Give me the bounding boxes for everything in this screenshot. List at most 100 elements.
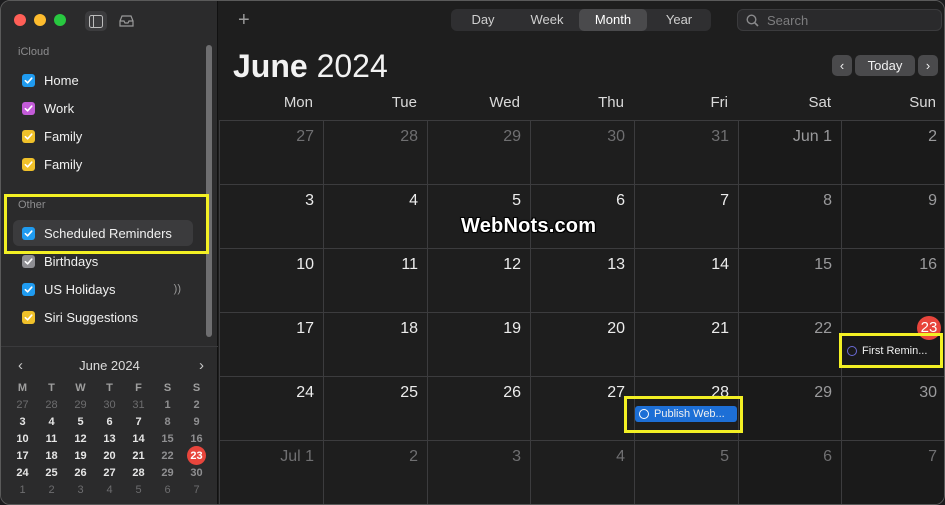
mini-day[interactable]: 15	[153, 431, 182, 447]
day-cell[interactable]: 31	[634, 120, 738, 184]
mini-day[interactable]: 24	[8, 465, 37, 481]
day-cell[interactable]: 10	[219, 248, 323, 312]
mini-day[interactable]: 7	[182, 482, 211, 498]
mini-day[interactable]: 19	[66, 448, 95, 464]
mini-day[interactable]: 10	[8, 431, 37, 447]
day-cell[interactable]: Jun 1	[738, 120, 841, 184]
day-cell[interactable]: 29	[738, 376, 841, 440]
day-cell[interactable]: 22	[738, 312, 841, 376]
day-cell[interactable]: Jul 1	[219, 440, 323, 504]
day-cell[interactable]: 3	[219, 184, 323, 248]
calendar-item-icloud-0[interactable]: Home	[13, 67, 193, 93]
day-cell[interactable]: 3	[427, 440, 530, 504]
day-cell[interactable]: 30	[530, 120, 634, 184]
mini-day[interactable]: 9	[182, 414, 211, 430]
calendar-item-other-3[interactable]: Siri Suggestions	[13, 304, 193, 330]
day-cell[interactable]: 28	[323, 120, 427, 184]
day-cell[interactable]: 19	[427, 312, 530, 376]
today-button[interactable]: Today	[855, 55, 915, 76]
mini-day[interactable]: 29	[66, 397, 95, 413]
sidebar-scrollbar[interactable]	[206, 45, 212, 337]
mini-day[interactable]: 3	[8, 414, 37, 430]
day-cell[interactable]: 27	[219, 120, 323, 184]
calendar-checkbox[interactable]	[22, 157, 35, 171]
mini-day[interactable]: 23	[182, 446, 211, 465]
mini-day[interactable]: 14	[124, 431, 153, 447]
day-cell[interactable]: 4	[323, 184, 427, 248]
minimize-button[interactable]	[34, 14, 46, 26]
mini-day[interactable]: 31	[124, 397, 153, 413]
calendar-checkbox[interactable]	[22, 129, 35, 143]
view-tab-year[interactable]: Year	[647, 9, 711, 31]
mini-day[interactable]: 5	[124, 482, 153, 498]
day-cell[interactable]: 7	[634, 184, 738, 248]
mini-day[interactable]: 27	[95, 465, 124, 481]
day-cell[interactable]: 20	[530, 312, 634, 376]
mini-day[interactable]: 28	[124, 465, 153, 481]
mini-day[interactable]: 3	[66, 482, 95, 498]
day-cell[interactable]: 30	[841, 376, 944, 440]
day-cell[interactable]: 6	[738, 440, 841, 504]
mini-day[interactable]: 2	[37, 482, 66, 498]
calendar-checkbox[interactable]	[22, 282, 35, 296]
calendar-checkbox[interactable]	[22, 73, 35, 87]
mini-day[interactable]: 25	[37, 465, 66, 481]
mini-day[interactable]: 17	[8, 448, 37, 464]
day-cell[interactable]: 24	[219, 376, 323, 440]
mini-day[interactable]: 18	[37, 448, 66, 464]
day-cell[interactable]: 2	[323, 440, 427, 504]
mini-day[interactable]: 11	[37, 431, 66, 447]
mini-day[interactable]: 26	[66, 465, 95, 481]
mini-day[interactable]: 4	[37, 414, 66, 430]
mini-day[interactable]: 8	[153, 414, 182, 430]
mini-next-arrow-icon[interactable]: ›	[199, 357, 204, 374]
view-tab-month[interactable]: Month	[579, 9, 647, 31]
mini-day[interactable]: 29	[153, 465, 182, 481]
calendar-list-toggle-icon[interactable]	[85, 11, 107, 31]
day-cell[interactable]: 26	[427, 376, 530, 440]
view-tab-day[interactable]: Day	[451, 9, 515, 31]
calendar-item-icloud-2[interactable]: Family	[13, 123, 193, 149]
day-cell[interactable]: 29	[427, 120, 530, 184]
calendar-item-other-2[interactable]: US Holidays))	[13, 276, 193, 302]
day-cell[interactable]: 13	[530, 248, 634, 312]
day-cell[interactable]: 2	[841, 120, 944, 184]
day-cell[interactable]: 4	[530, 440, 634, 504]
mini-day[interactable]: 4	[95, 482, 124, 498]
calendar-checkbox[interactable]	[22, 254, 35, 268]
inbox-icon[interactable]	[115, 11, 137, 31]
mini-day[interactable]: 16	[182, 431, 211, 447]
next-month-button[interactable]: ›	[918, 55, 938, 76]
add-event-button[interactable]: +	[238, 9, 250, 32]
day-cell[interactable]: 18	[323, 312, 427, 376]
mini-day[interactable]: 6	[95, 414, 124, 430]
day-cell[interactable]: 5	[634, 440, 738, 504]
mini-day[interactable]: 13	[95, 431, 124, 447]
day-cell[interactable]: 11	[323, 248, 427, 312]
mini-day[interactable]: 20	[95, 448, 124, 464]
day-cell[interactable]: 27	[530, 376, 634, 440]
day-cell[interactable]: 8	[738, 184, 841, 248]
day-cell[interactable]: 9	[841, 184, 944, 248]
mini-day[interactable]: 6	[153, 482, 182, 498]
mini-day[interactable]: 28	[37, 397, 66, 413]
mini-day[interactable]: 7	[124, 414, 153, 430]
calendar-item-icloud-1[interactable]: Work	[13, 95, 193, 121]
zoom-button[interactable]	[54, 14, 66, 26]
day-cell[interactable]: 12	[427, 248, 530, 312]
prev-month-button[interactable]: ‹	[832, 55, 852, 76]
close-button[interactable]	[14, 14, 26, 26]
mini-day[interactable]: 30	[95, 397, 124, 413]
day-cell[interactable]: 21	[634, 312, 738, 376]
mini-day[interactable]: 1	[8, 482, 37, 498]
mini-day[interactable]: 2	[182, 397, 211, 413]
day-cell[interactable]: 16	[841, 248, 944, 312]
day-cell[interactable]: 15	[738, 248, 841, 312]
day-cell[interactable]: 14	[634, 248, 738, 312]
calendar-item-icloud-3[interactable]: Family	[13, 151, 193, 177]
calendar-checkbox[interactable]	[22, 310, 35, 324]
mini-day[interactable]: 22	[153, 448, 182, 464]
mini-day[interactable]: 27	[8, 397, 37, 413]
day-cell[interactable]: 17	[219, 312, 323, 376]
mini-day[interactable]: 30	[182, 465, 211, 481]
